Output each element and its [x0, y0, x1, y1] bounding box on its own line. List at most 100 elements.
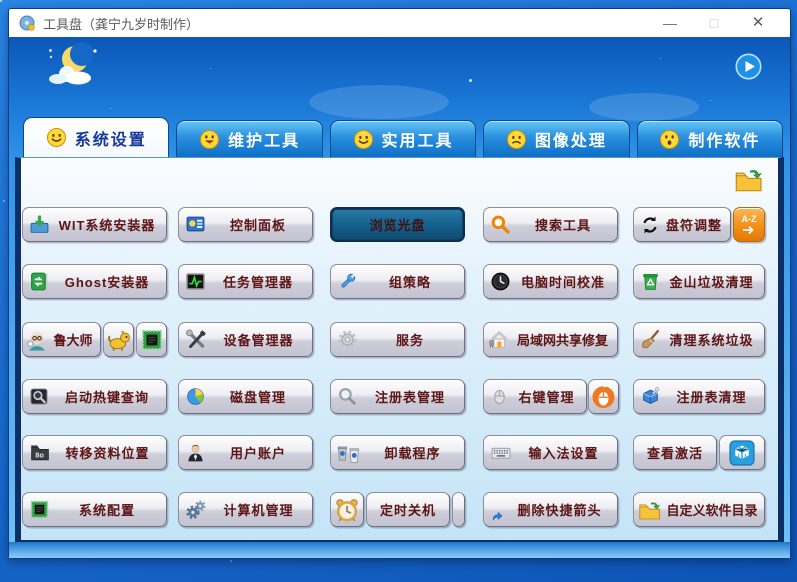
button-label: 定时关机 [369, 500, 447, 519]
mouse-icon [490, 386, 509, 407]
tab-maintenance-tools[interactable]: 维护工具 [176, 120, 322, 157]
shortcut-arrow-icon [490, 508, 504, 526]
button-az-sort[interactable]: A-Z [733, 207, 765, 242]
button-search-tool[interactable]: 搜索工具 [483, 207, 618, 242]
button-system-config[interactable]: 系统配置 [22, 492, 167, 527]
button-time-calibration[interactable]: 电脑时间校准 [483, 264, 618, 299]
tab-system-settings[interactable]: 系统设置 [23, 117, 169, 157]
button-ghost-installer[interactable]: Ghost安装器 [22, 264, 167, 299]
tab-label: 实用工具 [382, 127, 454, 151]
button-registry-clean[interactable]: 注册表清理 [633, 379, 765, 414]
button-clean-system-junk[interactable]: 清理系统垃圾 [633, 322, 765, 357]
button-label: 浏览光盘 [334, 215, 461, 234]
moon-cloud-icon [45, 41, 105, 91]
app-cd-icon [19, 15, 36, 32]
button-lan-share-repair[interactable]: 局域网共享修复 [483, 322, 618, 357]
folder-icon-text: 8o [35, 451, 44, 460]
button-scheduled-shutdown[interactable]: 定时关机 [366, 492, 450, 527]
open-folder-icon[interactable] [734, 166, 764, 193]
button-label: 右键管理 [513, 387, 580, 406]
button-group-policy[interactable]: 组策略 [330, 264, 465, 299]
tab-label: 制作软件 [688, 127, 760, 151]
button-user-accounts[interactable]: 用户账户 [178, 435, 313, 470]
cpu-chip-icon [29, 499, 50, 520]
tab-bar: 系统设置 维护工具 [9, 117, 790, 157]
button-computer-management[interactable]: 计算机管理 [178, 492, 313, 527]
button-label: 组策略 [362, 272, 458, 291]
button-browse-disc[interactable]: 浏览光盘 [330, 207, 465, 242]
az-badge-label: A-Z [742, 215, 757, 224]
button-remove-shortcut-arrows[interactable]: 删除快捷箭头 [483, 492, 618, 527]
tab-image-processing[interactable]: 图像处理 [483, 120, 629, 157]
smiley-worried-icon [506, 129, 527, 150]
button-label: 设备管理器 [211, 330, 306, 349]
dog-icon [106, 328, 132, 352]
task-manager-icon [185, 271, 206, 292]
button-ludashi[interactable]: 鲁大师 [22, 322, 101, 357]
button-hotkey-query[interactable]: 启动热键查询 [22, 379, 167, 414]
button-wit-installer[interactable]: WIT系统安装器 [22, 207, 167, 242]
cloud-decoration [309, 85, 449, 119]
tab-label: 图像处理 [535, 127, 607, 151]
button-label: 盘符调整 [664, 215, 724, 234]
button-services[interactable]: 服务 [330, 322, 465, 357]
button-uninstall-programs[interactable]: 卸载程序 [330, 435, 465, 470]
search-icon [490, 214, 511, 235]
trash-bins-icon [335, 442, 363, 464]
install-arrow-icon [29, 214, 50, 235]
white-arrow-icon [741, 225, 757, 235]
tab-software-creation[interactable]: 制作软件 [637, 120, 783, 157]
button-label: 局域网共享修复 [514, 330, 611, 349]
window-title: 工具盘（龚宁九岁时制作） [43, 14, 199, 33]
button-control-panel[interactable]: 控制面板 [178, 207, 313, 242]
button-label: 服务 [362, 330, 458, 349]
button-label: 搜索工具 [515, 215, 611, 234]
button-task-manager[interactable]: 任务管理器 [178, 264, 313, 299]
tab-label: 维护工具 [228, 127, 300, 151]
button-label: 磁盘管理 [210, 387, 306, 406]
button-label: 查看激活 [636, 443, 714, 462]
button-blank[interactable] [452, 492, 465, 527]
gears-icon [185, 499, 207, 521]
button-transfer-data-location[interactable]: 8o 转移资料位置 [22, 435, 167, 470]
broom-icon [640, 329, 661, 350]
button-registry-manager[interactable]: 注册表管理 [330, 379, 465, 414]
button-alarm-clock[interactable] [330, 492, 364, 527]
house-plug-icon [488, 329, 510, 350]
button-right-click-manager[interactable]: 右键管理 [483, 379, 587, 414]
button-label: 输入法设置 [516, 443, 611, 462]
backdrop-sparkles [0, 0, 2, 2]
button-drive-letter-adjust[interactable]: 盘符调整 [633, 207, 731, 242]
button-ludashi-dog[interactable] [103, 322, 134, 357]
button-activation-cube[interactable] [719, 435, 765, 470]
button-disk-management[interactable]: 磁盘管理 [178, 379, 313, 414]
button-custom-software-dir[interactable]: 自定义软件目录 [633, 492, 765, 527]
button-ludashi-chip[interactable] [136, 322, 167, 357]
tab-utility-tools[interactable]: 实用工具 [330, 120, 476, 157]
cube-wrench-icon [640, 386, 661, 407]
button-device-manager[interactable]: 设备管理器 [178, 322, 313, 357]
main-panel: WIT系统安装器 控制面板 浏览光盘 [15, 157, 784, 542]
user-icon [185, 442, 206, 463]
play-button[interactable] [735, 53, 762, 80]
button-label: 启动热键查询 [54, 387, 160, 406]
button-label: 转移资料位置 [55, 443, 160, 462]
maximize-button[interactable]: □ [692, 9, 736, 37]
clock-icon [490, 271, 511, 292]
header-zone: 系统设置 维护工具 [9, 37, 790, 157]
button-input-method-settings[interactable]: 输入法设置 [483, 435, 618, 470]
tab-label: 系统设置 [75, 126, 147, 150]
recycle-bin-icon [640, 271, 661, 292]
button-mouse-extra[interactable] [588, 379, 619, 414]
button-label: 注册表清理 [665, 387, 758, 406]
blue-cube-icon [728, 439, 756, 467]
ghost-book-icon [29, 271, 50, 292]
minimize-button[interactable]: — [648, 9, 692, 37]
button-view-activation[interactable]: 查看激活 [633, 435, 717, 470]
button-kingsoft-clean[interactable]: 金山垃圾清理 [633, 264, 765, 299]
close-button[interactable]: ✕ [736, 9, 780, 37]
bottom-strip [9, 542, 790, 558]
button-label: 删除快捷箭头 [508, 500, 611, 519]
folder-arrow-icon [638, 499, 662, 521]
alarm-clock-icon [334, 497, 360, 523]
